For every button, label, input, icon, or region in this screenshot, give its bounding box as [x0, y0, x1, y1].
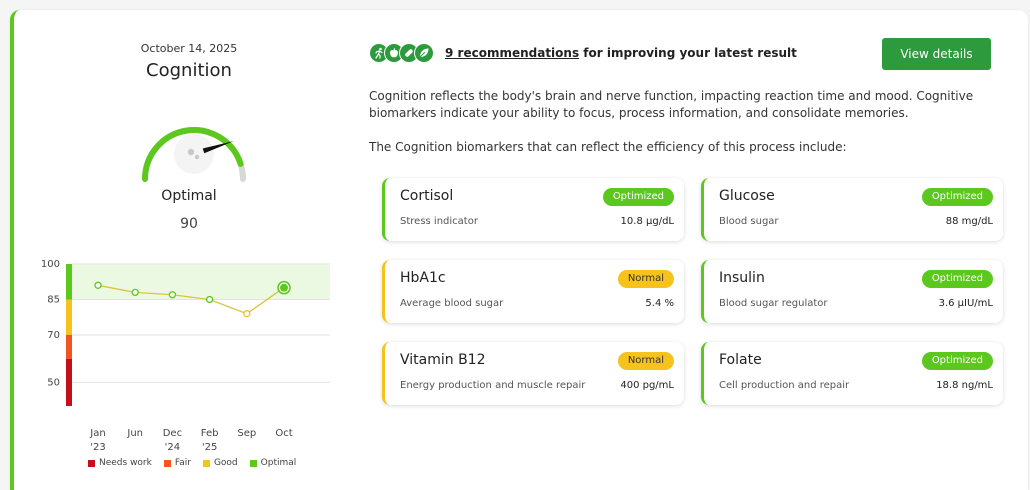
trend-chart: 100 85 70 50 Jan '23 Jun Dec '24 Feb '25 Sep Oct [41, 259, 330, 453]
x-tick-label: Dec [163, 428, 182, 439]
leaf-icon [414, 43, 434, 63]
data-point [205, 295, 214, 304]
legend-swatch [88, 459, 95, 467]
view-details-button[interactable]: View details [882, 38, 991, 70]
x-tick-sublabel: '25 [202, 442, 217, 453]
band-fair [66, 335, 72, 359]
biomarker-value: 5.4 % [645, 298, 674, 309]
legend-label: Needs work [99, 458, 152, 468]
band-needs-work [66, 358, 72, 406]
status-badge: Normal [617, 270, 674, 288]
legend-item: Fair [163, 458, 191, 468]
biomarker-value: 3.6 μIU/mL [938, 298, 993, 309]
biomarker-description: Energy production and muscle repair [400, 380, 586, 391]
biomarker-value: 10.8 μg/dL [620, 216, 674, 227]
page-title: Cognition [146, 60, 232, 81]
recommendations-link[interactable]: 9 recommendations [445, 46, 579, 60]
legend-item: Good [202, 458, 238, 468]
status-badge: Optimized [921, 352, 993, 370]
band-optimal [66, 264, 72, 300]
biomarker-name: Cortisol [400, 188, 454, 204]
status-label: Optimal [161, 188, 217, 204]
status-badge: Optimized [602, 188, 674, 206]
biomarker-card-hba1c[interactable]: HbA1c Normal Average blood sugar 5.4 % [382, 260, 684, 323]
biomarker-description: Average blood sugar [400, 298, 504, 309]
legend-label: Optimal [260, 458, 297, 468]
biomarker-name: Folate [719, 352, 762, 368]
data-point [243, 310, 251, 318]
legend-item: Optimal [249, 458, 297, 468]
status-badge: Optimized [921, 270, 993, 288]
biomarker-value: 88 mg/dL [945, 216, 993, 227]
data-point [131, 288, 139, 297]
biomarkers-intro: The Cognition biomarkers that can reflec… [369, 140, 847, 154]
biomarker-description: Cell production and repair [719, 380, 850, 391]
biomarker-name: HbA1c [400, 270, 446, 286]
band-good [66, 299, 72, 335]
y-tick-label: 50 [47, 377, 60, 388]
biomarker-description: Blood sugar regulator [719, 298, 828, 309]
data-point [280, 283, 288, 292]
gauge-hub [174, 134, 214, 174]
biomarker-value: 400 pg/mL [620, 380, 674, 391]
result-date: October 14, 2025 [140, 42, 238, 55]
legend-label: Good [213, 458, 238, 468]
biomarker-card-vitamin-b12[interactable]: Vitamin B12 Normal Energy production and m… [382, 342, 684, 405]
score-gauge [142, 127, 246, 182]
legend-swatch [163, 459, 171, 467]
x-tick-label: Jan [89, 428, 105, 439]
biomarker-card-cortisol[interactable]: Cortisol Optimized Stress indicator 10.8 μg… [382, 178, 684, 241]
data-point [168, 291, 177, 299]
biomarker-name: Vitamin B12 [400, 352, 486, 368]
x-tick-sublabel: '23 [90, 442, 105, 453]
series-line [209, 298, 248, 315]
x-tick-label: Jun [126, 428, 143, 439]
status-badge: Normal [617, 352, 674, 370]
x-tick-label: Oct [275, 428, 292, 439]
x-tick-label: Sep [237, 428, 256, 439]
recommendations-row: 9 recommendations for improving your lat… [369, 38, 1009, 70]
chart-legend: Needs work Fair Good Optimal [88, 458, 296, 468]
cognition-card: October 14, 2025 Cognition Optimal 90 10… [10, 10, 1028, 490]
biomarker-card-glucose[interactable]: Glucose Optimized Blood sugar 88 mg/dL [701, 178, 1003, 241]
y-tick-label: 85 [47, 295, 60, 306]
legend-swatch [202, 459, 210, 467]
recommendations-suffix: for improving your latest result [579, 46, 797, 60]
score-panel: October 14, 2025 Cognition Optimal 90 10… [14, 10, 364, 480]
optimal-band [72, 264, 330, 300]
biomarker-description: Stress indicator [400, 216, 478, 227]
score-value: 90 [180, 216, 198, 232]
biomarker-card-insulin[interactable]: Insulin Optimized Blood sugar regulator 3.6… [701, 260, 1003, 323]
biomarker-name: Glucose [719, 188, 775, 204]
data-point [94, 281, 102, 289]
legend-label: Fair [174, 458, 191, 468]
status-badge: Optimized [921, 188, 993, 206]
recommendations-text: 9 recommendations for improving your lat… [445, 46, 797, 60]
description-text: Cognition reflects the body's brain and … [369, 89, 974, 120]
legend-item: Needs work [88, 458, 152, 468]
biomarker-description: Blood sugar [719, 216, 779, 227]
x-tick-label: Feb [201, 428, 219, 439]
x-tick-sublabel: '24 [165, 442, 180, 453]
recommendation-icons [369, 43, 434, 63]
biomarker-card-folate[interactable]: Folate Optimized Cell production and repai… [701, 342, 1003, 405]
y-tick-label: 100 [41, 259, 60, 270]
biomarker-value: 18.8 ng/mL [936, 380, 993, 391]
detail-panel: 9 recommendations for improving your lat… [369, 10, 1009, 480]
legend-swatch [249, 459, 257, 467]
y-tick-label: 70 [47, 330, 60, 341]
biomarker-name: Insulin [719, 270, 765, 286]
